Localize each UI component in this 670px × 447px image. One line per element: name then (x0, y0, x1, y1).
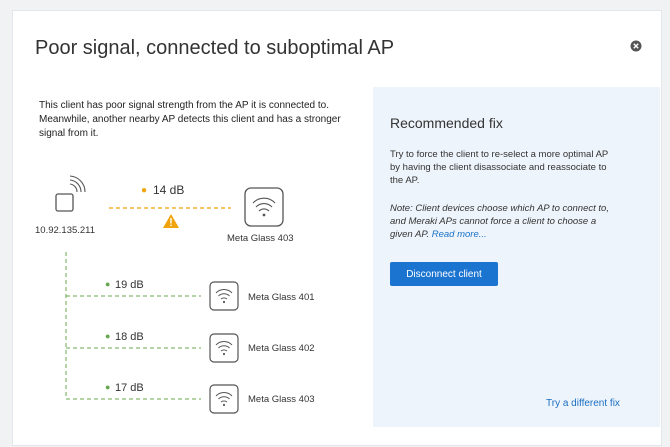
signal-diagram: 10.92.135.211 ● 14 dB Meta Glass 403 ● 1… (35, 175, 315, 414)
wifi-icon (209, 384, 239, 414)
signal-dot: ● (105, 331, 110, 341)
nearby-signal: 17 dB (115, 382, 144, 394)
client-device-icon (55, 175, 86, 212)
disconnect-client-button[interactable]: Disconnect client (390, 262, 498, 286)
client-ip: 10.92.135.211 (35, 225, 95, 236)
wifi-icon (209, 333, 239, 363)
try-different-fix-link[interactable]: Try a different fix (546, 398, 620, 409)
warning-icon (163, 214, 179, 228)
connected-ap-name: Meta Glass 403 (227, 233, 294, 244)
nearby-ap-name: Meta Glass 402 (248, 343, 315, 354)
nearby-signal: 19 dB (115, 279, 144, 291)
signal-dot: ● (105, 382, 110, 392)
nearby-signal: 18 dB (115, 331, 144, 343)
wifi-icon (244, 187, 284, 227)
signal-dot: ● (105, 279, 110, 289)
nearby-ap-name: Meta Glass 401 (248, 292, 315, 303)
fix-body: Try to force the client to re-select a m… (390, 149, 609, 186)
recommended-fix-panel: Recommended fix Try to force the client … (373, 87, 660, 427)
fix-note-text: Note: Client devices choose which AP to … (390, 203, 609, 240)
nearby-ap-name: Meta Glass 403 (248, 394, 315, 405)
connected-signal-dot: ● (141, 185, 147, 196)
read-more-link[interactable]: Read more... (432, 229, 487, 240)
dialog-card: Poor signal, connected to suboptimal AP … (12, 10, 662, 446)
connected-signal: 14 dB (153, 183, 184, 197)
wifi-icon (209, 281, 239, 311)
fix-note: Note: Client devices choose which AP to … (390, 202, 610, 241)
fix-title: Recommended fix (390, 115, 503, 131)
close-icon[interactable] (630, 40, 642, 52)
